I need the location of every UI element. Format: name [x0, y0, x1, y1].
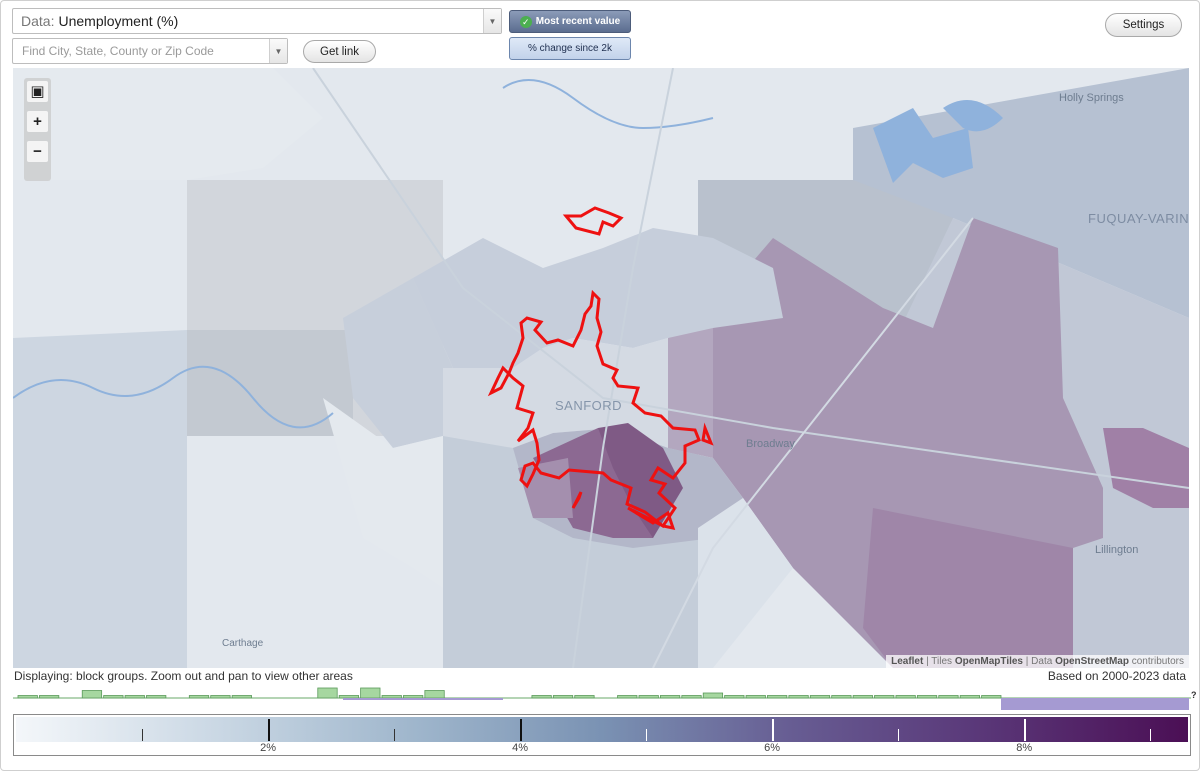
legend-major-tick: [1024, 719, 1027, 741]
histogram-bar: [146, 695, 167, 699]
legend-gradient: [16, 717, 1188, 742]
histogram-bar: [831, 695, 852, 699]
map-attribution: Leaflet | Tiles OpenMapTiles | Data Open…: [886, 655, 1189, 668]
histogram-bar: [124, 695, 145, 699]
histogram-bar: [702, 692, 724, 699]
histogram-bar: [574, 695, 595, 699]
most-recent-value-toggle[interactable]: ✓ Most recent value: [509, 10, 631, 33]
place-label-fuquay-varina: FUQUAY-VARINA: [1088, 211, 1189, 226]
histogram-bar: [681, 695, 702, 699]
fullscreen-icon[interactable]: ▣: [27, 81, 48, 102]
legend-minor-tick: [394, 729, 396, 741]
place-label-broadway: Broadway: [746, 438, 795, 450]
histogram-bar: [381, 695, 402, 699]
data-select-prefix: Data:: [21, 13, 55, 29]
region-west-block: [187, 330, 353, 436]
legend-tick-label: 8%: [1016, 742, 1033, 754]
histogram-bar: [360, 687, 381, 699]
zoom-in-button[interactable]: +: [27, 111, 48, 132]
histogram-bar: [809, 695, 831, 699]
histogram-bar: [81, 690, 103, 699]
histogram-bar: [745, 695, 766, 699]
display-status-text: Displaying: block groups. Zoom out and p…: [14, 669, 353, 683]
histogram-bar: [424, 690, 445, 699]
attribution-osm-link[interactable]: OpenStreetMap: [1055, 656, 1129, 667]
data-select[interactable]: Data: Unemployment (%) ▼: [12, 8, 502, 34]
histogram-bar: [617, 695, 638, 699]
place-label-holly-springs: Holly Springs: [1059, 92, 1124, 104]
histogram-bar: [103, 695, 124, 699]
legend-major-tick: [772, 719, 775, 741]
histogram-bar: [17, 695, 38, 699]
histogram-bar: [552, 695, 574, 699]
check-icon: ✓: [519, 15, 532, 28]
data-select-value: Unemployment (%): [58, 13, 179, 29]
histogram-bar: [39, 695, 60, 699]
place-label-carthage: Carthage: [222, 638, 264, 649]
histogram-bar: [210, 695, 231, 699]
place-label-lillington: Lillington: [1095, 544, 1139, 556]
histogram-bar: [852, 695, 873, 699]
legend-major-tick: [268, 719, 271, 741]
histogram-bar: [403, 695, 424, 699]
histogram-bar: [938, 695, 959, 699]
legend-major-tick: [520, 719, 523, 741]
region-west: [13, 330, 187, 668]
attribution-tiles-link[interactable]: OpenMapTiles: [955, 656, 1023, 667]
chevron-down-icon[interactable]: ▼: [483, 9, 501, 33]
attribution-leaflet-link[interactable]: Leaflet: [891, 656, 923, 667]
legend-minor-tick: [898, 729, 900, 741]
attribution-contributors: contributors: [1128, 656, 1184, 667]
legend-tick-label: 4%: [512, 742, 529, 754]
legend-minor-tick: [646, 729, 648, 741]
legend-tick-label: 6%: [764, 742, 781, 754]
histogram-bar: [767, 695, 788, 699]
zoom-control: ▣ + −: [24, 78, 51, 181]
legend-minor-tick: [1150, 729, 1152, 741]
choropleth-map[interactable]: ▣ + − Holly Springs FUQUAY-VARINA SANFOR…: [13, 68, 1189, 668]
histogram-range-marker: [343, 698, 503, 700]
histogram-bar: [981, 695, 1002, 699]
zoom-out-button[interactable]: −: [27, 141, 48, 162]
legend-minor-tick: [142, 729, 144, 741]
percent-change-toggle[interactable]: % change since 2k: [509, 37, 631, 60]
histogram-bar: [916, 695, 938, 699]
place-label-sanford: SANFORD: [555, 398, 623, 413]
value-histogram: [13, 687, 1191, 710]
histogram-bar: [959, 695, 980, 699]
most-recent-value-label: Most recent value: [535, 16, 621, 27]
histogram-bar: [231, 695, 252, 699]
chevron-down-icon[interactable]: ▼: [269, 39, 287, 63]
histogram-bar: [638, 695, 659, 699]
data-range-text: Based on 2000-2023 data: [1047, 669, 1186, 683]
histogram-bar: [338, 695, 360, 699]
settings-button[interactable]: Settings: [1105, 13, 1182, 37]
histogram-selection: [1001, 698, 1189, 710]
histogram-bar: [317, 687, 338, 699]
histogram-bar: [659, 695, 681, 699]
legend-tick-label: 2%: [260, 742, 276, 754]
histogram-bar: [531, 695, 552, 699]
histogram-bar: [724, 695, 745, 699]
histogram-bar: [895, 695, 916, 699]
histogram-bar: [788, 695, 809, 699]
color-legend: 2% 4% 6% 8%: [13, 714, 1191, 756]
attribution-sep-tiles: | Tiles: [923, 656, 955, 667]
search-input[interactable]: [22, 44, 262, 58]
map-canvas: [13, 68, 1189, 668]
attribution-sep-data: | Data: [1023, 656, 1056, 667]
histogram-bar: [188, 695, 210, 699]
get-link-button[interactable]: Get link: [303, 40, 376, 63]
histogram-bar: [874, 695, 895, 699]
app-frame: Data: Unemployment (%) ▼ ▼ Get link ✓ Mo…: [0, 0, 1200, 771]
help-icon[interactable]: ?: [1191, 690, 1197, 700]
location-search[interactable]: ▼: [12, 38, 288, 64]
